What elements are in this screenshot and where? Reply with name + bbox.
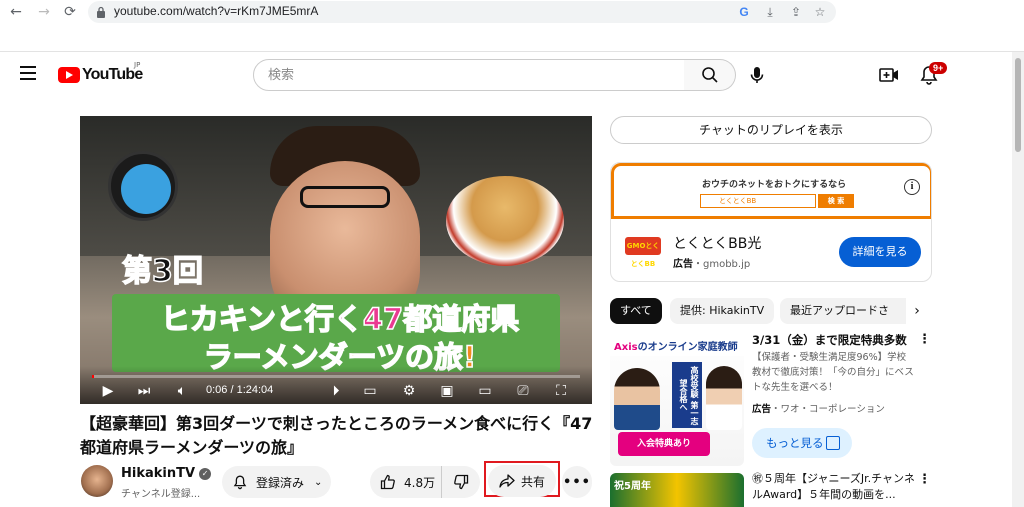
more-horizontal-icon: ••• xyxy=(563,474,591,490)
miniplayer-icon[interactable]: ▣ xyxy=(438,382,456,400)
video-episode-number: 第3回 xyxy=(121,253,203,290)
ad-details-button[interactable]: 詳細を見る xyxy=(839,237,921,267)
progress-bar[interactable] xyxy=(92,375,580,378)
subscriber-count: チャンネル登録... xyxy=(121,489,201,500)
share-arrow-icon xyxy=(499,474,515,488)
play-icon[interactable]: ▶ xyxy=(100,382,116,400)
recommendation-thumbnail-2[interactable]: 祝5周年 xyxy=(610,473,744,507)
video-banner-line1: ヒカキンと行く47都道府県 xyxy=(160,301,520,337)
thumb-header: Axisのオンライン家庭教師 xyxy=(610,332,744,356)
ad-search-box: とくとくBB xyxy=(700,194,816,208)
ad-card[interactable]: おウチのネットをおトクにするなら とくとくBB 検 索 i GMOとくとくBB … xyxy=(610,162,932,282)
autoplay-toggle-icon[interactable]: ⏵ xyxy=(326,382,346,400)
search-button[interactable] xyxy=(684,59,736,91)
ad-banner-text: おウチのネットをおトクにするなら xyxy=(702,180,847,190)
recommendation-thumbnail[interactable]: Axisのオンライン家庭教師 高校受験 第一志望合格へ 入会特典あり xyxy=(610,332,744,466)
page-scrollbar[interactable] xyxy=(1012,52,1024,507)
thumb-tag: 入会特典あり xyxy=(618,432,710,456)
player-controls: ▶ ⏭ 🔈︎ 0:06 / 1:24:04 ⏵ ▭ ⚙ ▣ ▭ ⎚ ⛶ xyxy=(80,366,592,404)
chip-all[interactable]: すべて xyxy=(610,298,662,324)
search-icon xyxy=(702,67,718,83)
scrollbar-thumb[interactable] xyxy=(1015,58,1021,152)
ad-banner[interactable]: おウチのネットをおトクにするなら とくとくBB 検 索 i xyxy=(611,163,931,219)
share-page-icon[interactable]: ⇪ xyxy=(788,4,804,20)
search-input[interactable] xyxy=(254,60,684,90)
volume-icon[interactable]: 🔈︎ xyxy=(174,382,190,400)
time-display: 0:06 / 1:24:04 xyxy=(206,384,274,396)
youtube-play-icon xyxy=(58,67,80,83)
youtube-header: YouTube JP 9+ xyxy=(0,52,1012,98)
chip-hikakintv[interactable]: 提供: HikakinTV xyxy=(670,298,775,324)
reload-icon[interactable]: ⟳ xyxy=(62,4,78,20)
search-box xyxy=(253,59,685,91)
chip-recent[interactable]: 最近アップロードさ xyxy=(780,298,906,324)
menu-icon[interactable] xyxy=(20,66,36,80)
recommendation-description: 【保護者・受験生満足度96%】学校教材で徹底対策！「今の自分」にベストな先生を選… xyxy=(752,352,914,393)
like-count: 4.8万 xyxy=(404,475,436,490)
bookmark-star-icon[interactable]: ☆ xyxy=(812,4,828,20)
chevron-right-icon[interactable]: › xyxy=(906,300,928,322)
google-icon[interactable]: G xyxy=(736,4,752,20)
video-player[interactable]: 第3回 ヒカキンと行く47都道府県 ラーメンダーツの旅! ▶ ⏭ 🔈︎ 0:06… xyxy=(80,116,592,404)
fullscreen-icon[interactable]: ⛶ xyxy=(552,382,570,400)
recommendation-title-2[interactable]: ㊗５周年【ジャニーズJr.チャンネルAward】５年間の動画を... xyxy=(752,471,922,503)
ad-info-icon[interactable]: i xyxy=(904,179,920,195)
subscribed-label: 登録済み xyxy=(256,475,305,490)
thumb-person-left xyxy=(614,368,660,430)
share-button[interactable]: 共有 xyxy=(488,465,556,497)
dislike-button[interactable] xyxy=(442,466,480,498)
like-dislike-group: 4.8万 xyxy=(370,466,480,498)
theater-mode-icon[interactable]: ▭ xyxy=(476,382,494,400)
lock-icon xyxy=(97,6,105,18)
video-glasses xyxy=(300,186,390,208)
next-icon[interactable]: ⏭ xyxy=(136,382,152,400)
forward-icon[interactable]: → xyxy=(36,4,52,20)
ad-search-button: 検 索 xyxy=(818,194,854,208)
address-bar[interactable]: youtube.com/watch?v=rKm7JME5mrA G ⤓ ⇪ ☆ xyxy=(88,1,836,23)
mic-icon[interactable] xyxy=(745,63,769,87)
thumb-person-right xyxy=(706,366,742,430)
thumbs-up-icon xyxy=(380,474,395,490)
channel-avatar[interactable] xyxy=(81,465,113,497)
subscribed-button[interactable]: 登録済み ⌄ xyxy=(222,466,331,498)
thumb-vertical-text: 高校受験 第一志望合格へ xyxy=(672,362,702,428)
subtitles-icon[interactable]: ▭ xyxy=(360,382,380,400)
chevron-down-icon: ⌄ xyxy=(314,476,323,488)
more-actions-button[interactable]: ••• xyxy=(562,466,592,498)
darts-board-illustration xyxy=(108,151,178,221)
settings-gear-icon[interactable]: ⚙ xyxy=(400,382,418,400)
external-link-icon xyxy=(826,436,840,450)
ramen-bowl-illustration xyxy=(446,176,564,266)
filter-chips: すべて 提供: HikakinTV 最近アップロードさ › xyxy=(610,298,932,324)
notification-badge: 9+ xyxy=(929,62,948,74)
bell-icon xyxy=(233,475,247,490)
kebab-menu-icon[interactable]: ⋮ xyxy=(918,333,931,346)
kebab-menu-icon[interactable]: ⋮ xyxy=(918,473,931,486)
see-more-button[interactable]: もっと見る xyxy=(752,428,852,458)
ad-logo: GMOとくとくBB xyxy=(625,237,661,268)
back-icon[interactable]: ← xyxy=(8,4,24,20)
share-label: 共有 xyxy=(520,474,545,489)
verified-icon: ✓ xyxy=(199,468,212,480)
video-title: 【超豪華回】第3回ダーツで刺さったところのラーメン食べに行く『47都道府県ラーメ… xyxy=(80,414,593,457)
thumbs-down-icon xyxy=(454,474,469,490)
recommendation-advertiser: 広告・ワオ・コーポレーション xyxy=(752,404,885,415)
recommendation-title[interactable]: 3/31（金）まで限定特典多数 xyxy=(752,332,914,348)
channel-name[interactable]: HikakinTV ✓ xyxy=(121,466,212,481)
ad-domain: 広告・gmobb.jp xyxy=(673,259,751,270)
ad-title: とくとくBB光 xyxy=(673,236,762,252)
create-video-icon[interactable] xyxy=(879,65,899,85)
youtube-logo[interactable]: YouTube JP xyxy=(58,61,143,85)
cast-icon[interactable]: ⎚ xyxy=(514,382,532,400)
browser-toolbar: ← → ⟳ youtube.com/watch?v=rKm7JME5mrA G … xyxy=(0,0,1024,52)
url-text: youtube.com/watch?v=rKm7JME5mrA xyxy=(114,4,319,18)
chat-replay-button[interactable]: チャットのリプレイを表示 xyxy=(610,116,932,144)
install-icon[interactable]: ⤓ xyxy=(762,4,778,20)
like-button[interactable]: 4.8万 xyxy=(370,466,442,498)
progress-fill xyxy=(92,375,94,378)
